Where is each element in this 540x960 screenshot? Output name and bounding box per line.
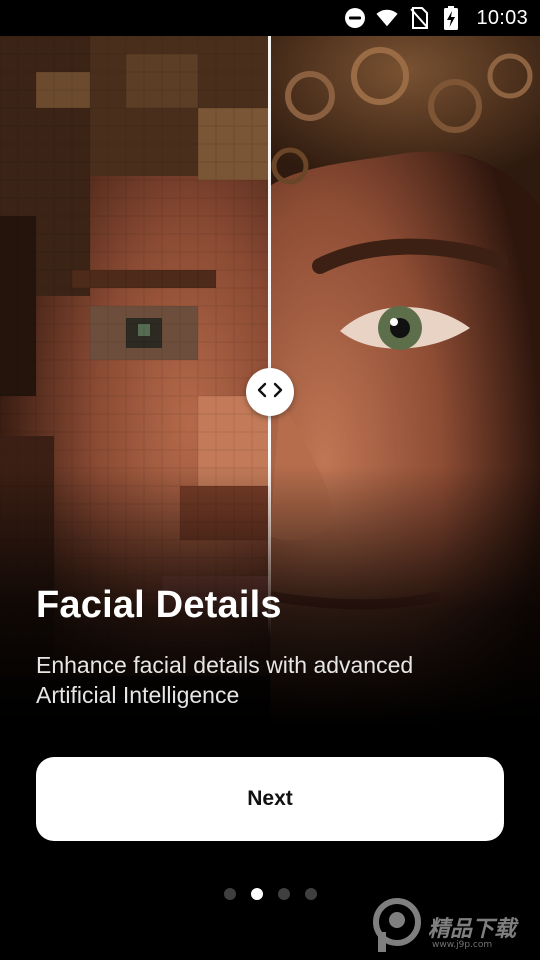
watermark-logo-icon — [370, 897, 424, 957]
onboarding-subtitle: Enhance facial details with advanced Art… — [36, 652, 414, 708]
no-sim-icon — [408, 7, 430, 29]
page-dot-2[interactable] — [250, 888, 263, 900]
watermark-text: 精品下载 — [428, 917, 517, 942]
comparison-divider[interactable] — [268, 36, 271, 636]
page-dot-4[interactable] — [304, 888, 317, 900]
compare-handle[interactable] — [246, 368, 294, 416]
watermark: 精品下载 www.j9p.com — [370, 897, 534, 957]
next-button[interactable]: Next — [36, 757, 504, 841]
wifi-icon — [376, 7, 398, 29]
status-bar: 10:03 — [0, 0, 540, 36]
compare-arrows-icon — [257, 382, 283, 403]
watermark-url: www.j9p.com — [432, 940, 493, 950]
status-time: 10:03 — [476, 6, 528, 29]
battery-charging-icon — [440, 6, 462, 30]
page-dot-1[interactable] — [223, 888, 236, 900]
do-not-disturb-icon — [344, 7, 366, 29]
onboarding-title: Facial Details — [36, 584, 282, 626]
page-dot-3[interactable] — [277, 888, 290, 900]
